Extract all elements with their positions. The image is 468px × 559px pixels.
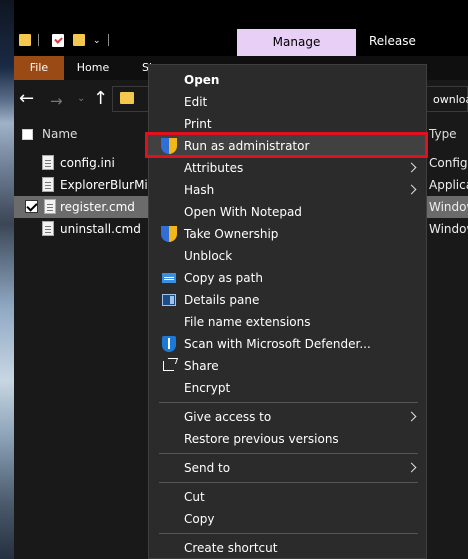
window-title: Release: [369, 34, 416, 48]
menu-item-label: Give access to: [184, 410, 272, 424]
column-header-name[interactable]: Name: [42, 127, 77, 141]
desktop-wallpaper: [0, 0, 14, 559]
tab-file[interactable]: File: [14, 56, 64, 80]
menu-item-label: Print: [184, 117, 212, 131]
menu-item-label: File name extensions: [184, 315, 311, 329]
menu-item-label: Edit: [184, 95, 208, 109]
menu-item-take-ownership[interactable]: Take Ownership: [149, 223, 426, 245]
menu-item-label: Attributes: [184, 161, 244, 175]
submenu-chevron-icon: [406, 462, 417, 473]
submenu-chevron-icon: [406, 184, 417, 195]
menu-item-label: Copy: [184, 512, 215, 526]
menu-item-label: Hash: [184, 183, 215, 197]
menu-item-copy-as-path[interactable]: Copy as path: [149, 267, 426, 289]
menu-item-label: Create shortcut: [184, 541, 278, 555]
menu-item-hash[interactable]: Hash: [149, 179, 426, 201]
menu-item-details-pane[interactable]: Details pane: [149, 289, 426, 311]
menu-item-label: Encrypt: [184, 381, 231, 395]
copy-path-icon: [161, 270, 177, 286]
script-file-icon: [42, 221, 54, 236]
menu-item-share[interactable]: Share: [149, 355, 426, 377]
file-name: register.cmd: [60, 200, 135, 214]
menu-item-restore-previous-versions[interactable]: Restore previous versions: [149, 428, 426, 450]
select-all-checkbox[interactable]: [22, 129, 33, 140]
folder-icon: [19, 34, 31, 46]
script-file-icon: [44, 199, 56, 214]
details-pane-icon: [161, 292, 177, 308]
menu-item-copy[interactable]: Copy: [149, 508, 426, 530]
toolbar-separator: [108, 34, 109, 46]
submenu-chevron-icon: [406, 411, 417, 422]
menu-item-give-access-to[interactable]: Give access to: [149, 406, 426, 428]
menu-separator: [159, 402, 418, 403]
menu-separator: [159, 482, 418, 483]
address-folder-icon: [120, 92, 134, 104]
menu-item-create-shortcut[interactable]: Create shortcut: [149, 537, 426, 558]
menu-item-send-to[interactable]: Send to: [149, 457, 426, 479]
menu-item-label: Copy as path: [184, 271, 263, 285]
forward-arrow-icon[interactable]: →: [50, 90, 63, 112]
menu-item-encrypt[interactable]: Encrypt: [149, 377, 426, 399]
menu-item-label: Unblock: [184, 249, 233, 263]
file-type: Configu: [429, 156, 468, 170]
file-name: uninstall.cmd: [60, 222, 141, 236]
settings-file-icon: [42, 155, 54, 170]
menu-item-unblock[interactable]: Unblock: [149, 245, 426, 267]
file-name: ExplorerBlurMica: [60, 178, 162, 192]
menu-item-label: Restore previous versions: [184, 432, 339, 446]
menu-item-label: Scan with Microsoft Defender...: [184, 337, 371, 351]
uac-shield-icon: [161, 226, 177, 242]
menu-separator: [159, 533, 418, 534]
menu-item-label: Open: [184, 73, 220, 87]
tab-home[interactable]: Home: [68, 56, 118, 80]
menu-item-file-name-extensions[interactable]: File name extensions: [149, 311, 426, 333]
menu-separator: [159, 453, 418, 454]
menu-item-label: Open With Notepad: [184, 205, 302, 219]
file-type: Applica: [429, 178, 468, 192]
back-arrow-icon[interactable]: ←: [19, 88, 34, 110]
toolbar-separator: [38, 34, 39, 46]
row-checkbox[interactable]: [25, 200, 38, 213]
menu-item-cut[interactable]: Cut: [149, 486, 426, 508]
menu-item-label: Share: [184, 359, 219, 373]
file-name: config.ini: [60, 156, 115, 170]
menu-item-attributes[interactable]: Attributes: [149, 157, 426, 179]
file-type: Window: [429, 222, 468, 236]
address-path[interactable]: ownload: [433, 93, 468, 106]
dll-file-icon: [42, 177, 54, 192]
highlight-annotation-box: [145, 132, 428, 158]
defender-icon: [161, 336, 177, 352]
properties-icon[interactable]: [52, 34, 64, 47]
file-type: Window: [429, 200, 468, 214]
submenu-chevron-icon: [406, 162, 417, 173]
up-arrow-icon[interactable]: ↑: [93, 88, 108, 110]
menu-item-open[interactable]: Open: [149, 69, 426, 91]
share-icon: [161, 358, 177, 374]
menu-item-scan-with-defender[interactable]: Scan with Microsoft Defender...: [149, 333, 426, 355]
menu-item-label: Take Ownership: [184, 227, 279, 241]
menu-item-edit[interactable]: Edit: [149, 91, 426, 113]
column-header-type[interactable]: Type: [429, 127, 457, 141]
recent-locations-chevron-icon[interactable]: ⌄: [77, 88, 85, 110]
new-folder-icon[interactable]: [73, 34, 85, 46]
menu-item-label: Cut: [184, 490, 205, 504]
quick-access-dropdown-icon[interactable]: ⌄: [93, 34, 101, 48]
menu-item-label: Details pane: [184, 293, 260, 307]
manage-contextual-tab[interactable]: Manage: [237, 29, 356, 56]
menu-item-label: Send to: [184, 461, 231, 475]
menu-item-open-with-notepad[interactable]: Open With Notepad: [149, 201, 426, 223]
